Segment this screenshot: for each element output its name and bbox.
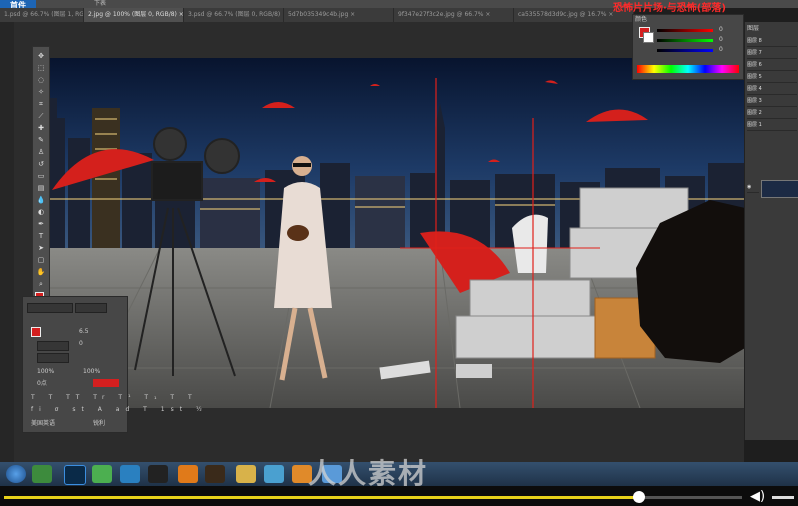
volume-icon[interactable]: ◀)	[750, 489, 765, 504]
scene-image	[40, 58, 745, 408]
green-value[interactable]: 0	[719, 35, 723, 44]
pen-tool-icon[interactable]: ✒	[36, 219, 46, 229]
font-size-value[interactable]: 6.5	[79, 327, 89, 336]
layer-row[interactable]: 图层 5	[747, 72, 797, 83]
horizontal-scale-value[interactable]: 100%	[83, 367, 100, 376]
layer-row[interactable]: 图层 8	[747, 36, 797, 47]
green-slider[interactable]	[657, 39, 713, 42]
character-panel: 6.5 0 100% 100% 0点 T T TT Tr T¹ T₁ T T f…	[22, 296, 202, 433]
seek-handle[interactable]	[632, 491, 645, 503]
antialias-select[interactable]: 锐利	[93, 419, 105, 428]
start-icon[interactable]	[6, 465, 26, 483]
color-ramp[interactable]	[637, 65, 739, 73]
chrome-icon[interactable]	[32, 465, 52, 483]
tracking-value[interactable]: 0	[79, 339, 83, 348]
app-orange-icon[interactable]	[178, 465, 198, 483]
color-field[interactable]	[93, 379, 119, 387]
layer-row[interactable]: 图层 6	[747, 60, 797, 71]
gradient-tool-icon[interactable]: ▤	[36, 183, 46, 193]
red-slider[interactable]	[657, 29, 713, 32]
app-blue-icon[interactable]	[120, 465, 140, 483]
path-select-icon[interactable]: ➤	[36, 243, 46, 253]
document-canvas[interactable]	[40, 58, 745, 408]
folder-icon[interactable]	[236, 465, 256, 483]
document-tabs: 1.psd @ 66.7% (图层 1, RGB/8) × 2.jpg @ 10…	[0, 8, 634, 23]
doc-tab[interactable]: 1.psd @ 66.7% (图层 1, RGB/8) ×	[0, 8, 84, 22]
leading-field[interactable]	[37, 341, 69, 351]
magazine	[456, 364, 492, 378]
dodge-tool-icon[interactable]: ◐	[36, 207, 46, 217]
blue-value[interactable]: 0	[719, 45, 723, 54]
app-green-icon[interactable]	[92, 465, 112, 483]
eyedropper-icon[interactable]: ⟋	[36, 111, 46, 121]
color-panel-title: 颜色	[635, 16, 648, 23]
move-tool-icon[interactable]: ✥	[36, 51, 46, 61]
font-style-select[interactable]	[75, 303, 107, 313]
layers-panel-title: 图层	[747, 25, 760, 32]
visibility-eye-icon[interactable]: ◉	[747, 182, 759, 193]
doc-tab[interactable]: 2.jpg @ 100% (图层 0, RGB/8) ×	[84, 8, 184, 22]
kerning-field[interactable]	[37, 353, 69, 363]
doc-tab[interactable]: 9f347e27f3c2e.jpg @ 66.7% ×	[394, 8, 514, 22]
menu-hint[interactable]: 下表	[94, 0, 106, 8]
opentype-buttons[interactable]: fi σ st A ad T 1st ½	[31, 405, 208, 414]
player-icon[interactable]	[264, 465, 284, 483]
shape-tool-icon[interactable]: ▢	[36, 255, 46, 265]
hand-tool-icon[interactable]: ✋	[36, 267, 46, 277]
type-style-buttons[interactable]: T T TT Tr T¹ T₁ T T	[31, 393, 198, 402]
healing-brush-icon[interactable]: ✚	[36, 123, 46, 133]
magic-wand-icon[interactable]: ✧	[36, 87, 46, 97]
app-23-icon[interactable]	[205, 465, 225, 483]
layer-row[interactable]: 图层 3	[747, 96, 797, 107]
doc-tab[interactable]: 5d7b035349c4b.jpg ×	[284, 8, 394, 22]
layer-row[interactable]: 图层 2	[747, 108, 797, 119]
left-strip	[0, 22, 14, 462]
layer-row[interactable]: 图层 4	[747, 84, 797, 95]
layer-thumbnail[interactable]	[761, 180, 798, 198]
seek-progress	[4, 496, 639, 499]
text-color-swatch[interactable]	[31, 327, 41, 337]
marquee-tool-icon[interactable]: ⬚	[36, 63, 46, 73]
baseline-value[interactable]: 0点	[37, 379, 47, 388]
font-family-select[interactable]	[27, 303, 73, 313]
language-select[interactable]: 美国英语	[31, 419, 55, 428]
red-value[interactable]: 0	[719, 25, 723, 34]
brush-tool-icon[interactable]: ✎	[36, 135, 46, 145]
eraser-tool-icon[interactable]: ▭	[36, 171, 46, 181]
layers-panel: 图层 图层 8 图层 7 图层 6 图层 5 图层 4 图层 3 图层 2 图层…	[744, 22, 798, 440]
type-tool-icon[interactable]: T	[36, 231, 46, 241]
blue-slider[interactable]	[657, 49, 713, 52]
vertical-scale-value[interactable]: 100%	[37, 367, 54, 376]
zoom-tool-icon[interactable]: ⌕	[36, 279, 46, 289]
color-panel: 颜色 0 0 0	[632, 14, 744, 80]
history-brush-icon[interactable]: ↺	[36, 159, 46, 169]
layer-row[interactable]: 图层 1	[747, 120, 797, 131]
stamp-tool-icon[interactable]: ♙	[36, 147, 46, 157]
blur-tool-icon[interactable]: 💧	[36, 195, 46, 205]
app-dark-icon[interactable]	[148, 465, 168, 483]
lasso-tool-icon[interactable]: ◌	[36, 75, 46, 85]
overlay-title: 恐怖片片场·与恐怖(部落)	[613, 3, 726, 14]
horse-statue	[512, 214, 548, 273]
photoshop-icon[interactable]	[64, 465, 86, 485]
crop-tool-icon[interactable]: ⌗	[36, 99, 46, 109]
volume-slider[interactable]	[772, 496, 794, 499]
doc-tab[interactable]: 3.psd @ 66.7% (图层 0, RGB/8) ×	[184, 8, 284, 22]
tools-panel: ✥ ⬚ ◌ ✧ ⌗ ⟋ ✚ ✎ ♙ ↺ ▭ ▤ 💧 ◐ ✒ T ➤ ▢ ✋ ⌕	[32, 46, 50, 310]
layer-row[interactable]: 图层 7	[747, 48, 797, 59]
bg-color-chip[interactable]	[643, 32, 654, 43]
